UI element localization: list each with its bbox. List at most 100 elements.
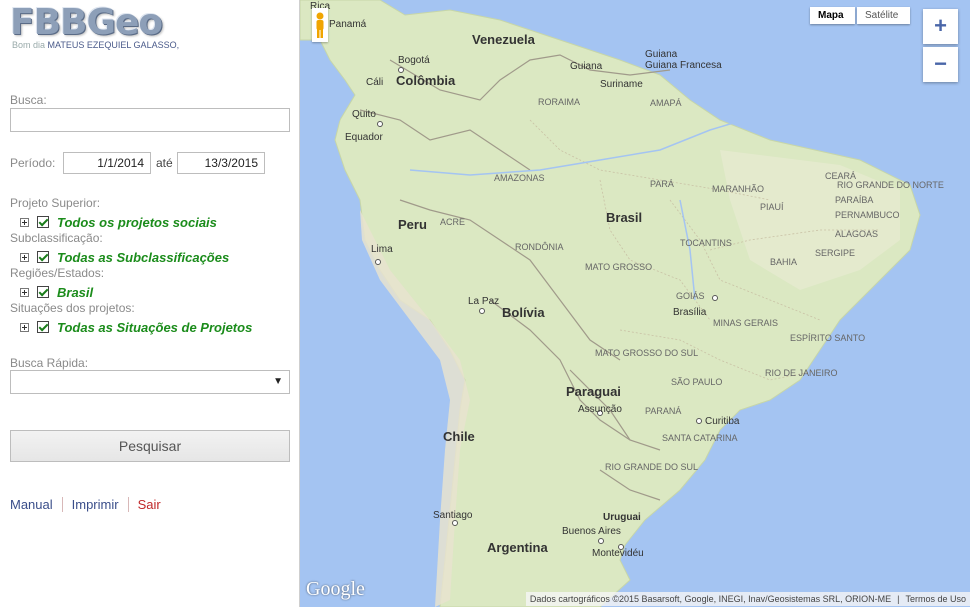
label-bahia: BAHIA — [770, 257, 797, 267]
tree-item-region[interactable]: Brasil — [57, 285, 93, 300]
search-button[interactable]: Pesquisar — [10, 430, 290, 462]
tree-item-project[interactable]: Todos os projetos sociais — [57, 215, 217, 230]
label-maranhao: MARANHÃO — [712, 184, 764, 194]
map-type-map-button[interactable]: Mapa — [810, 7, 855, 24]
label-quito: Quito — [352, 109, 376, 120]
label-argentina: Argentina — [487, 540, 548, 555]
label-lima: Lima — [371, 244, 393, 255]
tree-row-project: Todos os projetos sociais — [20, 214, 217, 230]
label-colombia: Colômbia — [396, 73, 456, 88]
label-tocantins: TOCANTINS — [680, 238, 732, 248]
attribution-text: Dados cartográficos ©2015 Basarsoft, Goo… — [529, 594, 892, 604]
tree-row-region: Brasil — [20, 284, 93, 300]
greeting: Bom dia MATEUS EZEQUIEL GALASSO, — [12, 40, 179, 50]
label-guiana-country: Guiana — [570, 61, 603, 72]
label-guiana-francesa: Guiana Francesa — [645, 60, 722, 71]
label-santa-catarina: SANTA CATARINA — [662, 433, 738, 443]
checkbox-region[interactable] — [37, 286, 49, 298]
label-uruguai: Uruguai — [603, 512, 641, 523]
period-label: Período: — [10, 156, 56, 170]
zoom-in-button[interactable]: + — [923, 9, 958, 44]
expand-icon[interactable] — [20, 252, 29, 262]
label-alagoas: ALAGOAS — [835, 229, 878, 239]
label-buenos-aires: Buenos Aires — [562, 526, 621, 537]
period-separator: até — [156, 156, 173, 170]
label-minas-gerais: MINAS GERAIS — [713, 318, 778, 328]
label-chile: Chile — [443, 429, 475, 444]
label-brasil: Brasil — [606, 210, 642, 225]
label-rondonia: RONDÔNIA — [515, 242, 564, 252]
label-assuncao: Assunção — [578, 404, 622, 415]
label-pernambuco: PERNAMBUCO — [835, 210, 900, 220]
app-logo: FBBGeo — [10, 2, 163, 43]
label-guiana: Guiana — [645, 49, 678, 60]
label-piaui: PIAUÍ — [760, 202, 784, 212]
label-rio-grande-do-norte: RIO GRANDE DO NORTE — [837, 180, 944, 190]
label-suriname: Suriname — [600, 79, 643, 90]
label-mato-grosso: MATO GROSSO — [585, 262, 652, 272]
label-la-paz: La Paz — [468, 296, 499, 307]
tree-item-subclass[interactable]: Todas as Subclassificações — [57, 250, 229, 265]
map-type-satellite-button[interactable]: Satélite — [857, 7, 910, 24]
label-paraiba: PARAÍBA — [835, 195, 873, 205]
filter-heading-project: Projeto Superior: — [10, 196, 101, 210]
footer-links: Manual Imprimir Sair — [10, 497, 170, 512]
manual-link[interactable]: Manual — [10, 497, 62, 512]
label-bolivia: Bolívia — [502, 305, 545, 320]
map-attribution: Dados cartográficos ©2015 Basarsoft, Goo… — [525, 592, 970, 606]
filter-heading-status: Situações dos projetos: — [10, 301, 135, 315]
label-peru: Peru — [398, 217, 427, 232]
label-sergipe: SERGIPE — [815, 248, 855, 258]
filter-heading-region: Regiões/Estados: — [10, 266, 105, 280]
sidebar: FBBGeo Bom dia MATEUS EZEQUIEL GALASSO, … — [0, 0, 300, 607]
label-rio-grande-do-sul: RIO GRANDE DO SUL — [605, 462, 698, 472]
quick-search-label: Busca Rápida: — [10, 356, 89, 370]
label-goias: GOIÁS — [676, 291, 705, 301]
label-equador: Equador — [345, 132, 383, 143]
expand-icon[interactable] — [20, 287, 29, 297]
tree-item-status[interactable]: Todas as Situações de Projetos — [57, 320, 252, 335]
label-mato-grosso-do-sul: MATO GROSSO DO SUL — [595, 348, 698, 358]
label-rio-de-janeiro: RIO DE JANEIRO — [765, 368, 838, 378]
label-bogota: Bogotá — [398, 55, 430, 66]
search-label: Busca: — [10, 93, 47, 107]
label-acre: ACRE — [440, 217, 465, 227]
label-espirito-santo: ESPÍRITO SANTO — [790, 333, 865, 343]
expand-icon[interactable] — [20, 322, 29, 332]
dropdown-arrow-icon: ▼ — [273, 376, 283, 387]
quick-search-select[interactable]: ▼ — [10, 370, 290, 394]
label-curitiba: Curitiba — [705, 416, 740, 427]
label-amapa: AMAPÁ — [650, 98, 682, 108]
checkbox-status[interactable] — [37, 321, 49, 333]
label-para: PARÁ — [650, 179, 674, 189]
filter-heading-subclass: Subclassificação: — [10, 231, 103, 245]
label-parana: PARANÁ — [645, 406, 681, 416]
label-cali: Cáli — [366, 77, 383, 88]
label-sao-paulo: SÃO PAULO — [671, 377, 722, 387]
search-input[interactable] — [10, 108, 290, 132]
tree-row-subclass: Todas as Subclassificações — [20, 249, 229, 265]
start-date-field[interactable] — [63, 152, 151, 174]
label-santiago: Santiago — [433, 510, 473, 521]
checkbox-project[interactable] — [37, 216, 49, 228]
terms-link[interactable]: Termos de Uso — [905, 594, 966, 604]
label-roraima: RORAIMA — [538, 97, 580, 107]
expand-icon[interactable] — [20, 217, 29, 227]
print-link[interactable]: Imprimir — [61, 497, 128, 512]
user-name: MATEUS EZEQUIEL GALASSO, — [47, 40, 180, 50]
map-area[interactable]: Rica Panamá Venezuela Bogotá Colômbia Gu… — [300, 0, 970, 607]
label-montevideu: Montevidéu — [592, 548, 644, 559]
exit-link[interactable]: Sair — [127, 497, 170, 512]
label-paraguai: Paraguai — [566, 384, 621, 399]
label-panama: Panamá — [329, 19, 367, 30]
label-venezuela: Venezuela — [472, 32, 536, 47]
map-canvas: Rica Panamá Venezuela Bogotá Colômbia Gu… — [300, 0, 970, 607]
label-amazonas: AMAZONAS — [494, 173, 545, 183]
checkbox-subclass[interactable] — [37, 251, 49, 263]
greeting-text: Bom dia — [12, 40, 46, 50]
zoom-out-button[interactable]: − — [923, 47, 958, 82]
end-date-field[interactable] — [177, 152, 265, 174]
street-view-pegman-icon[interactable] — [312, 8, 328, 42]
label-brasilia: Brasília — [673, 307, 707, 318]
tree-row-status: Todas as Situações de Projetos — [20, 319, 252, 335]
